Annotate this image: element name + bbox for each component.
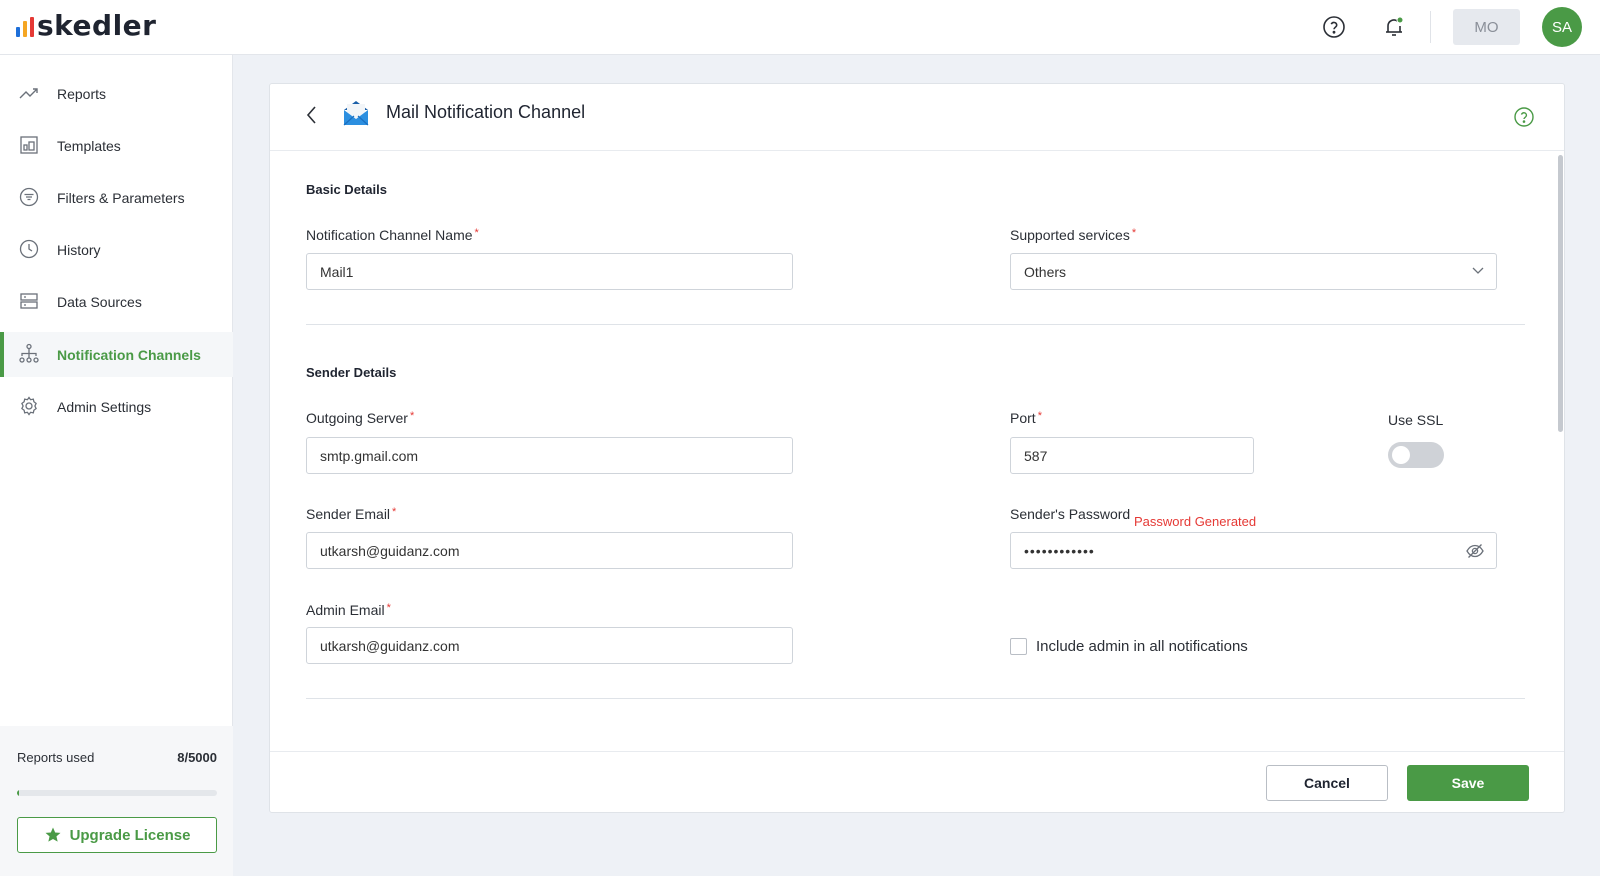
use-ssl-label: Use SSL (1388, 412, 1444, 428)
sidebar-item-history[interactable]: History (0, 227, 233, 272)
logo-bars-icon (16, 17, 34, 37)
gear-icon (21, 396, 37, 416)
sidebar-item-templates[interactable]: Templates (0, 123, 233, 168)
help-circle-icon[interactable] (1513, 106, 1535, 128)
user-avatar[interactable]: SA (1542, 7, 1582, 47)
cancel-button[interactable]: Cancel (1266, 765, 1388, 801)
form-area: Basic Details Notification Channel Name *… (270, 152, 1564, 752)
sidebar-item-label: Filters & Parameters (57, 189, 185, 206)
usage-panel: Reports used 8/5000 Upgrade License (0, 726, 233, 876)
top-bar: skedler MO SA (0, 0, 1600, 55)
sidebar-item-notification-channels[interactable]: Notification Channels (0, 332, 233, 377)
skedler-logo[interactable]: skedler (16, 11, 156, 41)
admin-email-input[interactable]: utkarsh@guidanz.com (306, 627, 793, 664)
sender-password-value: •••••••••••• (1024, 542, 1095, 559)
upgrade-license-button[interactable]: Upgrade License (17, 817, 217, 853)
outgoing-server-label: Outgoing Server * (306, 410, 415, 426)
supported-services-label: Supported services * (1010, 227, 1137, 243)
upgrade-license-label: Upgrade License (69, 826, 191, 844)
use-ssl-toggle[interactable] (1388, 442, 1444, 468)
mail-channel-card: Mail Notification Channel Basic Details … (269, 83, 1565, 813)
supported-services-value: Others (1024, 263, 1067, 280)
sender-password-label: Sender's Password (1010, 506, 1131, 522)
logo-text: skedler (37, 9, 157, 42)
page-title: Mail Notification Channel (386, 102, 586, 122)
mail-envelope-icon (343, 101, 369, 126)
sidebar-item-label: History (57, 241, 101, 258)
sidebar-item-admin-settings[interactable]: Admin Settings (0, 384, 233, 429)
topbar-divider (1430, 11, 1431, 43)
channel-name-input[interactable]: Mail1 (306, 253, 793, 290)
sidebar-item-label: Data Sources (57, 293, 142, 310)
section-title-sender: Sender Details (306, 365, 397, 380)
sidebar-item-filters[interactable]: Filters & Parameters (0, 175, 233, 220)
filter-icon (19, 187, 39, 207)
sender-email-label: Sender Email * (306, 506, 397, 522)
include-admin-checkbox[interactable] (1010, 638, 1027, 655)
card-header: Mail Notification Channel (270, 84, 1564, 151)
save-button[interactable]: Save (1407, 765, 1529, 801)
usage-label: Reports used (17, 750, 95, 765)
usage-progress-bar (17, 790, 217, 796)
sender-email-input[interactable]: utkarsh@guidanz.com (306, 532, 793, 569)
card-footer: Cancel Save (270, 751, 1564, 813)
admin-email-label: Admin Email * (306, 602, 391, 618)
help-circle-icon[interactable] (1320, 13, 1348, 41)
section-divider (306, 324, 1525, 325)
sidebar: Reports Templates Filters & Parameters H… (0, 55, 233, 876)
port-label: Port * (1010, 410, 1042, 426)
server-icon (20, 293, 38, 309)
password-status: Password Generated (1134, 514, 1257, 529)
bell-icon[interactable] (1380, 13, 1408, 41)
sidebar-item-data-sources[interactable]: Data Sources (0, 279, 233, 324)
sidebar-item-label: Notification Channels (57, 346, 201, 363)
include-admin-label: Include admin in all notifications (1036, 638, 1248, 655)
chevron-left-icon[interactable] (304, 104, 320, 126)
sender-password-input[interactable]: •••••••••••• (1010, 532, 1497, 569)
template-icon (20, 136, 38, 154)
chevron-down-icon (1472, 267, 1484, 274)
section-title-basic: Basic Details (306, 182, 387, 197)
clock-icon (19, 239, 39, 259)
sidebar-item-label: Templates (57, 137, 121, 154)
channel-name-label: Notification Channel Name * (306, 227, 479, 243)
hierarchy-icon (19, 343, 39, 363)
port-input[interactable]: 587 (1010, 437, 1254, 474)
sidebar-item-label: Admin Settings (57, 398, 152, 415)
usage-progress-fill (17, 790, 19, 796)
outgoing-server-input[interactable]: smtp.gmail.com (306, 437, 793, 474)
supported-services-select[interactable]: Others (1010, 253, 1497, 290)
sidebar-item-reports[interactable]: Reports (0, 71, 233, 116)
trending-up-icon (19, 88, 38, 99)
usage-value: 8/5000 (177, 750, 217, 765)
toggle-knob (1392, 446, 1410, 464)
section-divider (306, 698, 1525, 699)
org-switch-button[interactable]: MO (1453, 9, 1520, 45)
star-icon (45, 827, 61, 842)
sidebar-item-label: Reports (57, 85, 107, 102)
eye-off-icon[interactable] (1466, 543, 1484, 559)
form-scrollbar[interactable] (1558, 155, 1563, 432)
